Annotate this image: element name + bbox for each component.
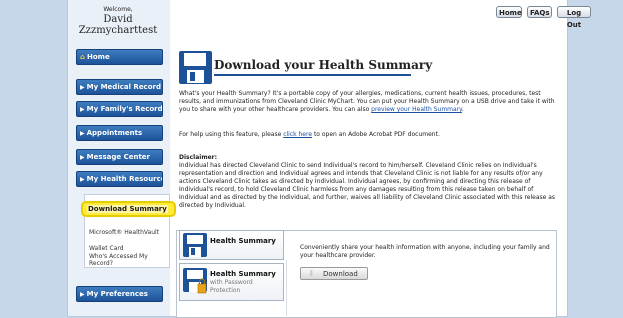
tab-health-summary-label: Health Summary [210,237,276,245]
welcome-username: Zzzmycharttest [78,25,158,36]
arrow-right-icon: ▶ [80,291,85,298]
floppy-disk-icon [179,51,212,84]
panel-description: Conveniently share your health informati… [300,244,550,259]
title-underline [214,74,411,76]
disclaimer-heading: Disclaimer: [179,154,218,161]
nav-message-center[interactable]: ▶ Message Center [76,149,163,165]
home-icon: ⌂ [80,53,86,61]
floppy-lock-icon [183,268,207,294]
tab-health-summary[interactable]: Health Summary [179,230,284,260]
disclaimer-text: Individual has directed Cleveland Clinic… [179,162,556,209]
panel-divider [286,260,287,316]
nav-medical-record-label: My Medical Record [86,83,161,91]
download-arrow-icon: ⬇ [308,269,315,278]
tab-password-sub2: Protection [210,287,241,294]
nav-message-center-label: Message Center [86,153,151,161]
nav-family-records-label: My Family's Records [86,105,163,113]
welcome-block: Welcome, David Zzzmycharttest [74,6,162,36]
nav-appointments[interactable]: ▶ Appointments [76,125,163,141]
arrow-right-icon: ▶ [80,130,85,137]
help-text: For help using this feature, please [179,131,284,138]
welcome-greeting: Welcome, [103,6,133,13]
nav-home-label: Home [87,53,110,61]
submenu-item-wallet-card[interactable]: Wallet Card [89,245,124,252]
arrow-right-icon: ▶ [80,176,85,183]
nav-home[interactable]: ⌂ Home [76,49,163,65]
submenu-item-healthvault[interactable]: Microsoft® HealthVault [89,229,159,236]
nav-health-resources[interactable]: ▶ My Health Resources [76,171,163,187]
nav-preferences[interactable]: ▶ My Preferences [76,286,163,302]
nav-appointments-label: Appointments [86,129,143,137]
arrow-right-icon: ▶ [80,154,85,161]
home-top-button[interactable]: Home [496,6,522,18]
help-pdf-link[interactable]: click here [283,131,312,138]
logout-button[interactable]: Log Out [557,6,591,29]
help-paragraph: For help using this feature, please clic… [179,131,559,139]
submenu-item-download-summary[interactable]: Download Summary [81,201,176,217]
faqs-button[interactable]: FAQs [527,6,552,18]
download-button-label: Download [323,270,358,278]
arrow-right-icon: ▶ [80,84,85,91]
nav-medical-record[interactable]: ▶ My Medical Record [76,79,163,95]
tab-health-summary-password[interactable]: Health Summary with Password Protection [179,263,284,301]
intro-end: . [461,106,464,113]
welcome-first-name: David [103,14,133,25]
nav-health-resources-label: My Health Resources [86,175,163,183]
submenu-item-who-accessed[interactable]: Who's Accessed My Record? [89,253,155,267]
arrow-right-icon: ▶ [80,106,85,113]
tab-password-label: Health Summary [210,270,276,278]
page-title: Download your Health Summary [214,58,433,72]
intro-text: What's your Health Summary? It's a porta… [179,90,555,113]
download-button[interactable]: ⬇ Download [300,267,368,280]
disclaimer: Disclaimer: Individual has directed Clev… [179,154,559,210]
tab-password-sub1: with Password [210,279,253,286]
nav-preferences-label: My Preferences [86,290,148,298]
intro-paragraph: What's your Health Summary? It's a porta… [179,90,559,114]
preview-summary-link[interactable]: preview your Health Summary [371,106,462,113]
nav-family-records[interactable]: ▶ My Family's Records [76,101,163,117]
floppy-disk-icon [183,233,207,257]
help-text-end: to open an Adobe Acrobat PDF document. [312,131,440,138]
download-summary-label: Download Summary [87,205,168,213]
